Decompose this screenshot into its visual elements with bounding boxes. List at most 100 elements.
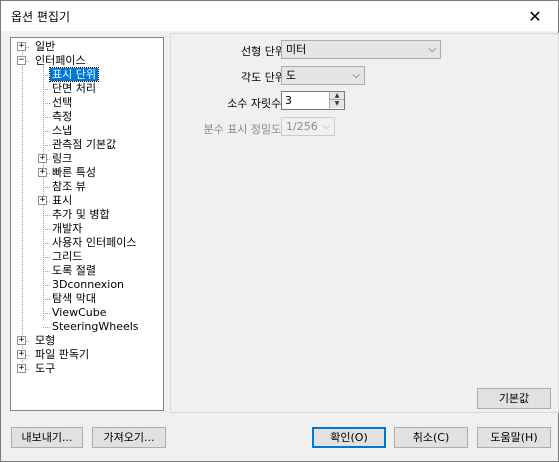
tree-connector: [43, 75, 50, 76]
tree-item[interactable]: 파일 판독기: [33, 348, 91, 362]
tree-item-label: 모형: [35, 334, 56, 347]
tree-item[interactable]: 측정: [50, 110, 74, 124]
expand-icon[interactable]: +: [17, 42, 26, 51]
tree-item-label: 도구: [35, 362, 56, 375]
collapse-icon[interactable]: −: [17, 56, 26, 65]
tree-item[interactable]: 추가 및 병합: [50, 208, 112, 222]
tree-item-label: 빠른 특성: [52, 166, 96, 179]
fraction-precision-select: 1/256 ⌵: [281, 117, 335, 136]
stepper-down-icon[interactable]: ▼: [330, 100, 344, 108]
tree-item[interactable]: SteeringWheels: [50, 320, 141, 334]
chevron-down-icon: ⌵: [322, 121, 330, 132]
tree-item-label: 선택: [52, 96, 73, 109]
tree-connector: [43, 145, 50, 146]
angular-units-select[interactable]: 도 ⌵: [281, 66, 365, 85]
import-button[interactable]: 가져오기...: [92, 427, 166, 448]
cancel-button[interactable]: 취소(C): [394, 427, 468, 448]
tree-connector: [43, 131, 50, 132]
expand-icon[interactable]: +: [17, 336, 26, 345]
decimal-places-label: 소수 자릿수:: [227, 97, 285, 110]
tree-item-label: 표시: [52, 194, 73, 207]
options-tree[interactable]: 일반 + 인터페이스 − 표시 단위 단면 처리 선택 측정 스냅 관측점 기본값 링크 + 빠른 특성…: [10, 37, 164, 411]
tree-item-label: 링크: [52, 152, 73, 165]
tree-connector: [43, 215, 50, 216]
tree-item[interactable]: 스냅: [50, 124, 74, 138]
expand-icon[interactable]: +: [17, 364, 26, 373]
tree-item[interactable]: 도구: [33, 362, 57, 376]
tree-connector: [43, 243, 50, 244]
tree-item[interactable]: 관측점 기본값: [50, 138, 118, 152]
tree-item[interactable]: 탐색 막대: [50, 292, 98, 306]
close-icon[interactable]: ✕: [512, 1, 558, 31]
stepper-buttons: ▲ ▼: [329, 92, 344, 109]
angular-units-label: 각도 단위: [241, 71, 285, 84]
window-title: 옵션 편집기: [11, 10, 71, 24]
tree-connector: [43, 229, 50, 230]
tree-item-label: 파일 판독기: [35, 348, 90, 361]
tree-item[interactable]: 단면 처리: [50, 82, 98, 96]
tree-item[interactable]: 선택: [50, 96, 74, 110]
tree-item[interactable]: 링크: [50, 152, 74, 166]
expand-icon[interactable]: +: [38, 196, 47, 205]
ok-button[interactable]: 확인(O): [312, 427, 386, 448]
tree-item-label: 단면 처리: [52, 82, 96, 95]
tree-item-label: 인터페이스: [35, 54, 86, 67]
tree-item-label: SteeringWheels: [52, 320, 139, 333]
tree-item[interactable]: 모형: [33, 334, 57, 348]
tree-item-label: 추가 및 병합: [52, 208, 110, 221]
tree-connector: [22, 47, 23, 369]
tree-connector: [43, 103, 50, 104]
tree-connector: [43, 271, 50, 272]
tree-connector: [43, 89, 50, 90]
tree-connector: [43, 66, 44, 320]
tree-connector: [43, 327, 50, 328]
tree-connector: [43, 313, 50, 314]
tree-item[interactable]: 그리드: [50, 250, 84, 264]
tree-item[interactable]: ViewCube: [50, 306, 109, 320]
tree-item[interactable]: 도록 절렬: [50, 264, 98, 278]
decimal-places-stepper[interactable]: 3 ▲ ▼: [281, 91, 345, 110]
defaults-button[interactable]: 기본값: [477, 388, 551, 409]
tree-item-label: 개발자: [52, 222, 83, 235]
tree-connector: [43, 257, 50, 258]
tree-item[interactable]: 3Dconnexion: [50, 278, 126, 292]
tree-connector: [43, 285, 50, 286]
tree-item[interactable]: 일반: [33, 40, 57, 54]
tree-item-label: 스냅: [52, 124, 73, 137]
expand-icon[interactable]: +: [38, 168, 47, 177]
linear-units-value: 미터: [286, 43, 307, 56]
title-bar: 옵션 편집기 ✕: [1, 1, 558, 31]
tree-item[interactable]: 참조 뷰: [50, 180, 88, 194]
tree-connector: [43, 117, 50, 118]
tree-item[interactable]: 사용자 인터페이스: [50, 236, 138, 250]
tree-item[interactable]: 개발자: [50, 222, 84, 236]
tree-item[interactable]: 인터페이스: [33, 54, 88, 68]
linear-units-label: 선형 단위: [241, 45, 285, 58]
tree-item[interactable]: 빠른 특성: [50, 166, 98, 180]
expand-icon[interactable]: +: [38, 154, 47, 163]
export-button[interactable]: 내보내기...: [11, 427, 83, 448]
decimal-places-value: 3: [285, 94, 292, 107]
linear-units-select[interactable]: 미터 ⌵: [281, 40, 441, 59]
options-editor-window: 옵션 편집기 ✕ 일반 + 인터페이스 − 표시 단위 단면 처리 선택 측정 스냅 관측점 기본…: [0, 0, 559, 462]
tree-item-label: ViewCube: [52, 306, 107, 319]
fraction-precision-label: 분수 표시 정밀도:: [203, 123, 285, 136]
tree-item-label: 탐색 막대: [52, 292, 96, 305]
tree-item-label: 도록 절렬: [52, 264, 96, 277]
tree-item-label: 관측점 기본값: [52, 138, 117, 151]
chevron-down-icon: ⌵: [428, 44, 436, 55]
stepper-up-icon[interactable]: ▲: [330, 92, 344, 100]
fraction-precision-value: 1/256: [286, 120, 318, 133]
chevron-down-icon: ⌵: [352, 70, 360, 81]
expand-icon[interactable]: +: [17, 350, 26, 359]
tree-item-label: 3Dconnexion: [52, 278, 125, 291]
tree-item-label: 표시 단위: [49, 67, 99, 82]
tree-connector: [43, 299, 50, 300]
angular-units-value: 도: [286, 69, 297, 82]
help-button[interactable]: 도움말(H): [477, 427, 551, 448]
tree-item[interactable]: 표시 단위: [49, 67, 99, 82]
tree-item-label: 그리드: [52, 250, 83, 263]
tree-item-label: 일반: [35, 40, 56, 53]
tree-item[interactable]: 표시: [50, 194, 74, 208]
settings-panel: 선형 단위 미터 ⌵ 각도 단위 도 ⌵ 소수 자릿수: 3 ▲ ▼ 분수 표시…: [170, 33, 559, 413]
